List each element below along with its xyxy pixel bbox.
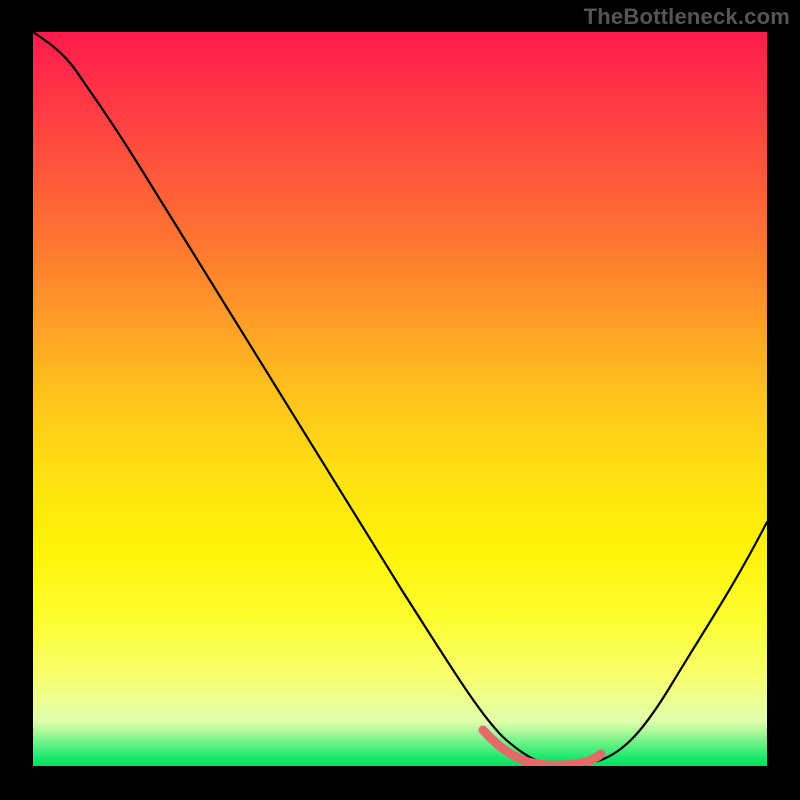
plot-area <box>33 32 767 766</box>
chart-frame: TheBottleneck.com <box>0 0 800 800</box>
watermark-text: TheBottleneck.com <box>584 4 790 30</box>
curve-path <box>33 32 767 764</box>
bottleneck-curve <box>33 32 767 766</box>
